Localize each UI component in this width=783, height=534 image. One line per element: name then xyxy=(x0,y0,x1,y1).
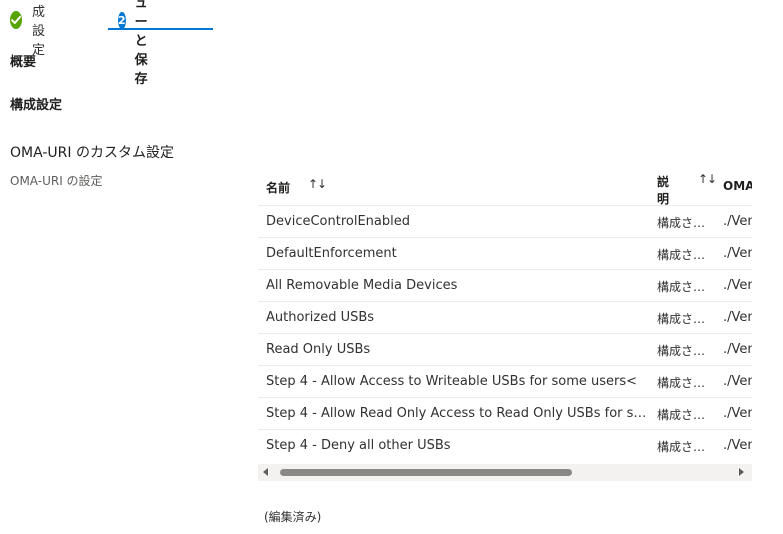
column-header-oma-uri[interactable]: OMA xyxy=(723,179,752,193)
table-header: 名前 ↑↓ 説明 ↑↓ OMA xyxy=(258,168,752,206)
table-row[interactable]: DefaultEnforcement 構成さ… ./Ven xyxy=(258,238,752,270)
table-row[interactable]: All Removable Media Devices 構成さ… ./Ven xyxy=(258,270,752,302)
cell-oma-uri: ./Ven xyxy=(723,374,752,389)
overview-heading: 概要 xyxy=(10,55,37,70)
cell-name: DeviceControlEnabled xyxy=(266,214,410,229)
step-config-settings[interactable]: 構成設定 xyxy=(10,0,51,58)
cell-name: Read Only USBs xyxy=(266,342,371,357)
cell-description: 構成さ… xyxy=(657,408,705,422)
edited-link[interactable]: (編集済み) xyxy=(264,508,321,525)
scroll-left-arrow-icon[interactable] xyxy=(263,468,268,476)
cell-name: All Removable Media Devices xyxy=(266,278,458,293)
cell-oma-uri: ./Ven xyxy=(723,214,752,229)
table-row[interactable]: Step 4 - Allow Access to Writeable USBs … xyxy=(258,366,752,398)
custom-settings-heading: OMA-URI のカスタム設定 xyxy=(10,145,174,161)
step-number-badge: 2 xyxy=(118,11,126,29)
column-header-description[interactable]: 説明 xyxy=(657,174,673,208)
step-label: レビューと保存 xyxy=(134,0,148,87)
scrollbar-thumb[interactable] xyxy=(280,469,572,476)
scroll-right-arrow-icon[interactable] xyxy=(739,468,744,476)
cell-oma-uri: ./Ven xyxy=(723,246,752,261)
table-row[interactable]: Authorized USBs 構成さ… ./Ven xyxy=(258,302,752,334)
cell-oma-uri: ./Ven xyxy=(723,278,752,293)
column-header-name[interactable]: 名前 xyxy=(266,179,290,196)
cell-description: 構成さ… xyxy=(657,280,705,294)
oma-uri-settings-label: OMA-URI の設定 xyxy=(10,174,103,188)
active-step-indicator xyxy=(108,28,213,30)
table-row[interactable]: Step 4 - Deny all other USBs 構成さ… ./Ven xyxy=(258,430,752,461)
cell-oma-uri: ./Ven xyxy=(723,342,752,357)
cell-description: 構成さ… xyxy=(657,344,705,358)
sort-icon[interactable]: ↑↓ xyxy=(308,177,327,191)
checkmark-icon xyxy=(10,11,22,29)
sort-icon[interactable]: ↑↓ xyxy=(698,172,717,186)
cell-description: 構成さ… xyxy=(657,248,705,262)
cell-name: Step 4 - Allow Read Only Access to Read … xyxy=(266,406,650,421)
cell-oma-uri: ./Ven xyxy=(723,438,752,453)
config-settings-heading: 構成設定 xyxy=(10,98,63,113)
cell-oma-uri: ./Ven xyxy=(723,406,752,421)
oma-uri-settings-table: 名前 ↑↓ 説明 ↑↓ OMA DeviceControlEnabled 構成さ… xyxy=(258,168,752,461)
table-row[interactable]: DeviceControlEnabled 構成さ… ./Ven xyxy=(258,206,752,238)
horizontal-scrollbar[interactable] xyxy=(258,464,752,481)
cell-name: Step 4 - Allow Access to Writeable USBs … xyxy=(266,374,638,389)
cell-oma-uri: ./Ven xyxy=(723,310,752,325)
cell-description: 構成さ… xyxy=(657,376,705,390)
cell-name: Authorized USBs xyxy=(266,310,375,325)
cell-description: 構成さ… xyxy=(657,440,705,454)
cell-description: 構成さ… xyxy=(657,312,705,326)
step-label: 構成設定 xyxy=(32,0,46,58)
cell-name: DefaultEnforcement xyxy=(266,246,397,261)
table-row[interactable]: Step 4 - Allow Read Only Access to Read … xyxy=(258,398,752,430)
cell-name: Step 4 - Deny all other USBs xyxy=(266,438,451,453)
table-row[interactable]: Read Only USBs 構成さ… ./Ven xyxy=(258,334,752,366)
cell-description: 構成さ… xyxy=(657,216,705,230)
